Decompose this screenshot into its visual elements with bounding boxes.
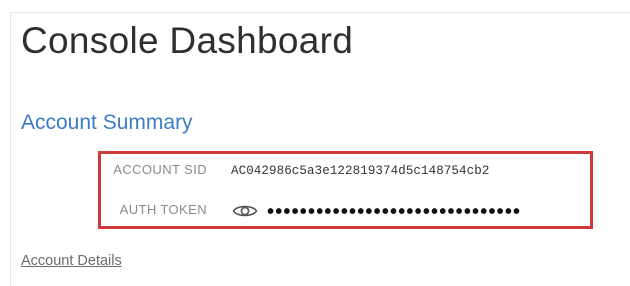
account-sid-value[interactable]: AC042986c5a3e122819374d5c148754cb2 [231, 164, 489, 178]
account-summary-heading: Account Summary [21, 111, 193, 134]
panel-border-top [10, 12, 630, 13]
panel-border-left [10, 12, 11, 286]
auth-token-masked-value: ••••••••••••••••••••••••••••••• [267, 201, 522, 223]
auth-token-row: AUTH TOKEN •••••••••••••••••••••••••••••… [101, 199, 590, 225]
account-sid-row: ACCOUNT SID AC042986c5a3e122819374d5c148… [101, 159, 590, 185]
account-details-link[interactable]: Account Details [21, 253, 122, 269]
account-sid-label: ACCOUNT SID [113, 162, 207, 177]
credentials-highlight-box: ACCOUNT SID AC042986c5a3e122819374d5c148… [98, 151, 593, 229]
auth-token-label: AUTH TOKEN [119, 202, 207, 217]
eye-icon[interactable] [232, 202, 258, 220]
console-page: Console Dashboard Account Summary ACCOUN… [0, 0, 630, 286]
page-title: Console Dashboard [21, 20, 354, 61]
